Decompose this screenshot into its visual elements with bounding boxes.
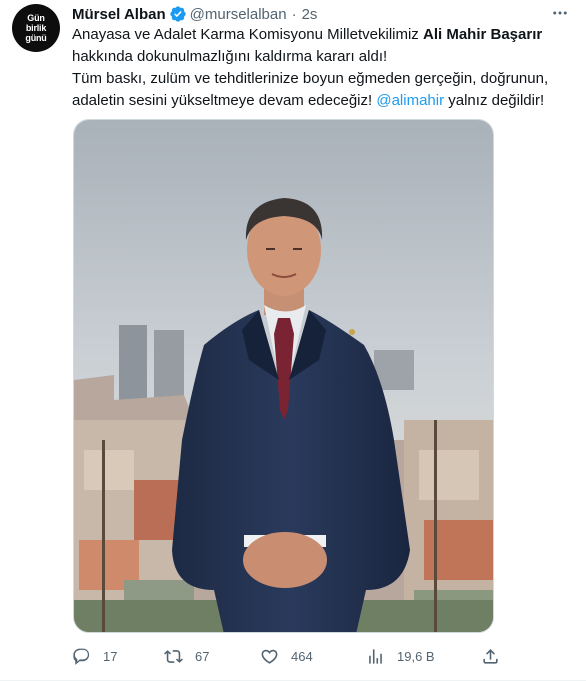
tweet-text-segment: yalnız değildir!	[444, 92, 545, 109]
views-count: 19,6 B	[397, 648, 435, 664]
tweet-text-segment: Anayasa ve Adalet Karma Komisyonu Millet…	[72, 26, 423, 43]
avatar[interactable]: Gün birlik günü	[12, 4, 60, 52]
verified-badge-icon[interactable]	[169, 5, 187, 23]
reply-button[interactable]: 17	[72, 644, 117, 668]
avatar-text-line-2: birlik	[25, 23, 47, 33]
heart-icon	[261, 649, 278, 664]
more-options-icon[interactable]	[546, 2, 574, 24]
highlighted-name: Ali Mahir Başarır	[422, 26, 543, 43]
reply-count: 17	[103, 648, 118, 664]
tweet-text-line-4: adaletin sesini yükseltmeye devam edeceğ…	[72, 90, 576, 112]
tweet-actions: 17 67 464 19,6 B	[72, 644, 500, 668]
retweet-count: 67	[195, 648, 210, 664]
avatar-text-line-3: günü	[25, 33, 47, 43]
tweet-text-line-1: Anayasa ve Adalet Karma Komisyonu Millet…	[72, 24, 576, 46]
tweet-photo[interactable]	[73, 119, 494, 633]
share-icon	[483, 648, 498, 664]
retweet-button[interactable]: 67	[164, 644, 209, 668]
separator-dot: ·	[291, 5, 297, 23]
like-button[interactable]: 464	[260, 644, 313, 668]
tweet[interactable]: Gün birlik günü Mürsel Alban @murselalba…	[0, 0, 586, 681]
tweet-timestamp[interactable]: 2s	[302, 6, 318, 23]
mention-link[interactable]: @alimahir	[376, 92, 444, 109]
tweet-header: Mürsel Alban @murselalban · 2s	[72, 4, 317, 24]
author-handle[interactable]: @murselalban	[190, 6, 287, 23]
like-count: 464	[291, 648, 313, 664]
views-chart-icon	[369, 648, 382, 664]
share-button[interactable]	[481, 644, 500, 668]
retweet-icon	[164, 649, 183, 663]
tweet-text: Anayasa ve Adalet Karma Komisyonu Millet…	[72, 24, 576, 112]
views-button[interactable]: 19,6 B	[366, 644, 435, 668]
reply-icon	[73, 648, 90, 665]
author-name[interactable]: Mürsel Alban	[72, 6, 166, 23]
tweet-text-line-2: hakkında dokunulmazlığını kaldırma karar…	[72, 48, 388, 65]
tweet-text-line-3: Tüm baskı, zulüm ve tehditlerinize boyun…	[72, 70, 549, 87]
avatar-text-line-1: Gün	[27, 13, 45, 23]
tweet-text-segment: adaletin sesini yükseltmeye devam edeceğ…	[72, 92, 377, 109]
